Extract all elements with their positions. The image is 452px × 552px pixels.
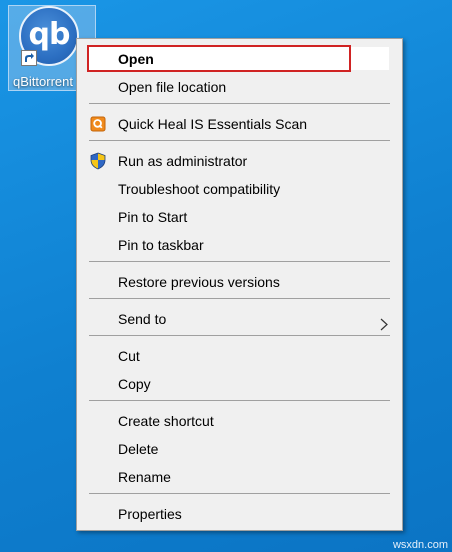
chevron-right-icon <box>380 313 388 331</box>
menu-item-restore-previous-versions[interactable]: Restore previous versions <box>77 269 402 295</box>
menu-item-label: Cut <box>118 348 140 364</box>
menu-item-open-file-location[interactable]: Open file location <box>77 74 402 100</box>
shortcut-arrow-icon <box>21 50 37 66</box>
menu-item-troubleshoot-compatibility[interactable]: Troubleshoot compatibility <box>77 176 402 202</box>
menu-separator <box>89 493 390 494</box>
menu-item-label: Open file location <box>118 79 227 95</box>
menu-item-label: Properties <box>118 506 182 522</box>
menu-item-quick-heal-scan[interactable]: Quick Heal IS Essentials Scan <box>77 111 402 137</box>
menu-item-pin-to-taskbar[interactable]: Pin to taskbar <box>77 232 402 258</box>
uac-shield-icon <box>89 152 107 170</box>
menu-item-label: Delete <box>118 441 159 457</box>
menu-item-label: Copy <box>118 376 151 392</box>
menu-separator <box>89 140 390 141</box>
menu-item-label: Run as administrator <box>118 153 248 169</box>
menu-item-copy[interactable]: Copy <box>77 371 402 397</box>
menu-item-label: Restore previous versions <box>118 274 280 290</box>
menu-item-cut[interactable]: Cut <box>77 343 402 369</box>
open-highlight-box <box>87 45 351 72</box>
quick-heal-icon <box>89 115 107 133</box>
menu-item-label: Send to <box>118 311 167 327</box>
menu-item-send-to[interactable]: Send to <box>77 306 402 332</box>
menu-separator <box>89 298 390 299</box>
menu-item-properties[interactable]: Properties <box>77 501 402 527</box>
desktop-background: qb qBittorrent Open Open file location Q… <box>0 0 452 552</box>
menu-item-pin-to-start[interactable]: Pin to Start <box>77 204 402 230</box>
menu-item-label: Troubleshoot compatibility <box>118 181 281 197</box>
menu-item-label: Quick Heal IS Essentials Scan <box>118 116 308 132</box>
menu-separator <box>89 261 390 262</box>
menu-item-create-shortcut[interactable]: Create shortcut <box>77 408 402 434</box>
menu-item-label: Rename <box>118 469 171 485</box>
menu-separator <box>89 335 390 336</box>
menu-item-label: Pin to taskbar <box>118 237 204 253</box>
menu-item-delete[interactable]: Delete <box>77 436 402 462</box>
watermark: wsxdn.com <box>392 539 448 551</box>
menu-separator <box>89 400 390 401</box>
menu-item-rename[interactable]: Rename <box>77 464 402 490</box>
logo-text: qb <box>28 16 71 52</box>
menu-item-label: Pin to Start <box>118 209 188 225</box>
menu-item-label: Create shortcut <box>118 413 214 429</box>
menu-item-run-as-administrator[interactable]: Run as administrator <box>77 148 402 174</box>
menu-separator <box>89 103 390 104</box>
context-menu: Open Open file location Quick Heal IS Es… <box>76 38 403 531</box>
